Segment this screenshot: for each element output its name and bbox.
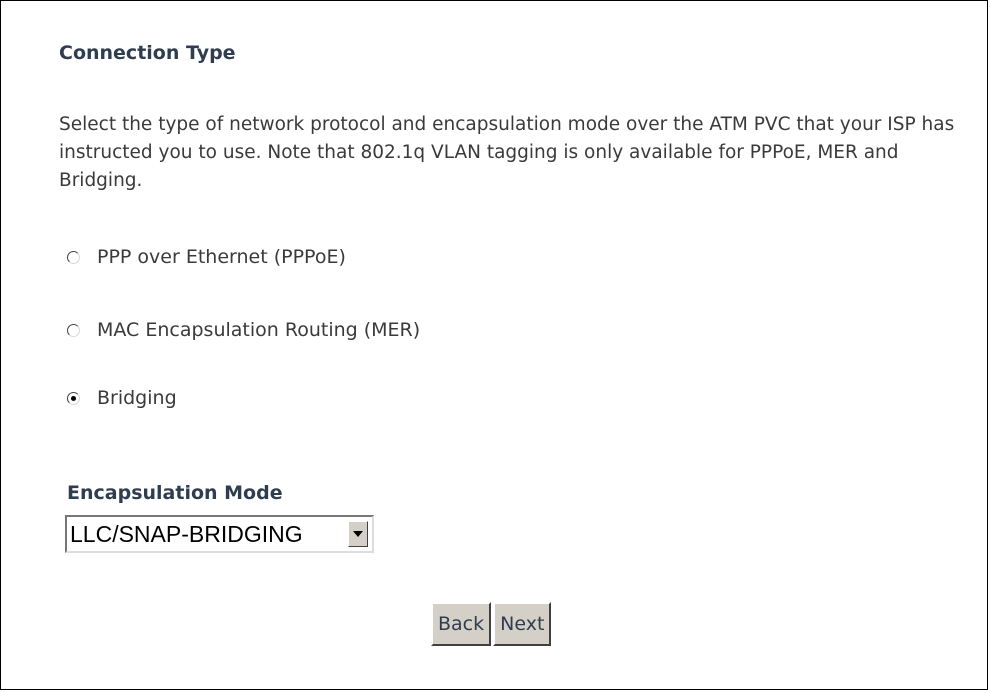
page-frame: Connection Type Select the type of netwo… xyxy=(0,0,988,690)
bridging-label: Bridging xyxy=(97,387,177,409)
pppoe-radio[interactable] xyxy=(67,250,80,264)
mer-label: MAC Encapsulation Routing (MER) xyxy=(97,319,421,341)
pppoe-label: PPP over Ethernet (PPPoE) xyxy=(97,246,346,268)
mer-radio[interactable] xyxy=(67,323,80,337)
navigation-buttons: Back Next xyxy=(431,602,552,646)
chevron-down-icon[interactable] xyxy=(348,521,368,547)
page-title: Connection Type xyxy=(59,42,236,64)
encapsulation-mode-value: LLC/SNAP-BRIDGING xyxy=(70,520,303,547)
back-button[interactable]: Back xyxy=(431,602,492,646)
encapsulation-mode-select[interactable]: LLC/SNAP-BRIDGING xyxy=(65,515,374,553)
description-text: Select the type of network protocol and … xyxy=(59,114,955,191)
option-mer[interactable]: MAC Encapsulation Routing (MER) xyxy=(67,319,420,341)
next-button[interactable]: Next xyxy=(493,602,552,646)
option-pppoe[interactable]: PPP over Ethernet (PPPoE) xyxy=(67,246,346,268)
option-bridging[interactable]: Bridging xyxy=(67,387,177,409)
encapsulation-mode-label: Encapsulation Mode xyxy=(67,482,283,504)
bridging-radio[interactable] xyxy=(67,391,80,405)
